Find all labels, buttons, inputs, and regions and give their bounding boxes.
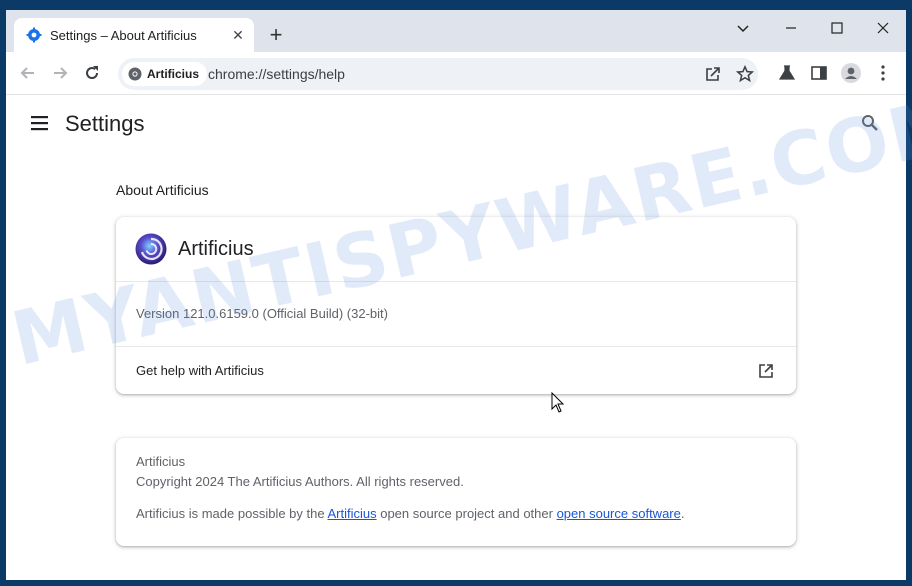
lab-icon[interactable] <box>776 62 798 84</box>
star-icon[interactable] <box>734 63 756 85</box>
made-possible-text: Artificius is made possible by the Artif… <box>136 506 684 521</box>
reload-icon[interactable] <box>80 61 104 85</box>
toolbar: Artificius chrome://settings/help <box>6 52 906 95</box>
menu-dots-icon[interactable] <box>872 62 894 84</box>
site-chip[interactable]: Artificius <box>122 62 208 86</box>
version-text: Version 121.0.6159.0 (Official Build) (3… <box>136 306 388 321</box>
site-chip-label: Artificius <box>147 67 200 81</box>
get-help-link[interactable]: Get help with Artificius <box>136 363 264 378</box>
project-link[interactable]: Artificius <box>327 506 376 521</box>
made-possible-middle: open source project and other <box>376 506 557 521</box>
tab-settings-about[interactable]: Settings – About Artificius ✕ <box>14 18 254 52</box>
plus-icon[interactable]: + <box>264 24 288 48</box>
browser-window: Settings – About Artificius ✕ + Artifici… <box>6 10 906 580</box>
made-possible-prefix: Artificius is made possible by the <box>136 506 328 521</box>
section-title: About Artificius <box>116 182 209 198</box>
made-possible-suffix: . <box>680 506 685 521</box>
forward-icon[interactable] <box>48 61 72 85</box>
divider <box>116 281 796 282</box>
back-icon[interactable] <box>16 61 40 85</box>
about-card: Artificius Version 121.0.6159.0 (Officia… <box>116 217 796 394</box>
copyright-card: Artificius Copyright 2024 The Artificius… <box>116 438 796 546</box>
tab-title: Settings – About Artificius <box>50 27 197 43</box>
browser-logo-icon <box>128 67 142 81</box>
close-window-icon[interactable] <box>868 14 898 42</box>
gear-icon <box>26 27 42 43</box>
sidepanel-icon[interactable] <box>808 62 830 84</box>
product-name: Artificius <box>178 238 254 260</box>
address-bar[interactable]: Artificius chrome://settings/help <box>118 58 758 90</box>
maximize-icon[interactable] <box>822 14 852 42</box>
tab-strip: Settings – About Artificius ✕ + <box>6 10 906 52</box>
close-icon[interactable]: ✕ <box>230 27 246 43</box>
cursor-icon <box>551 392 565 413</box>
page-title: Settings <box>65 111 145 136</box>
copyright-product-name: Artificius <box>136 454 186 469</box>
copyright-text: Copyright 2024 The Artificius Authors. A… <box>136 474 464 489</box>
hamburger-icon[interactable] <box>30 114 50 132</box>
minimize-icon[interactable] <box>776 14 806 42</box>
chevron-down-icon[interactable] <box>728 14 758 42</box>
url-text: chrome://settings/help <box>208 66 345 82</box>
settings-page: Settings About Artificius Artificius Ver… <box>6 95 906 580</box>
external-link-icon[interactable] <box>757 362 775 380</box>
search-icon[interactable] <box>860 113 880 133</box>
oss-link[interactable]: open source software <box>557 506 681 521</box>
divider <box>116 346 796 347</box>
profile-icon[interactable] <box>840 62 862 84</box>
share-icon[interactable] <box>702 63 724 85</box>
artificius-logo-icon <box>135 233 167 265</box>
